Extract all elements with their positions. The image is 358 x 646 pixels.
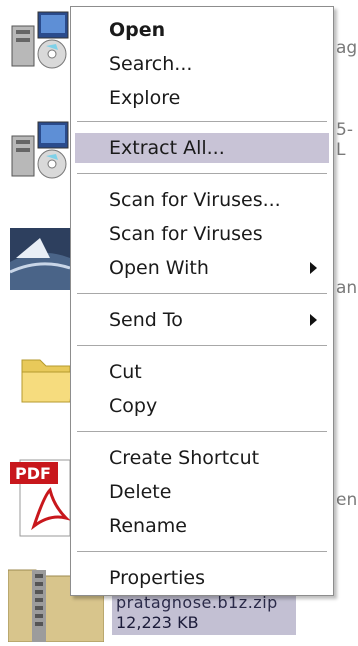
menu-item-label: Scan for Viruses [109,223,263,245]
menu-item-cut[interactable]: Cut [75,357,329,387]
menu-item-open[interactable]: Open [75,15,329,45]
installer-icon[interactable] [8,8,72,72]
menu-separator [77,431,327,433]
menu-item-label: Copy [109,395,158,417]
file-label-fragment: an [336,278,358,298]
file-label-fragment: 5-L [336,120,353,160]
menu-item-label: Explore [109,87,181,109]
menu-separator [77,173,327,175]
menu-item-label: Open [109,19,166,41]
menu-separator [77,345,327,347]
menu-item-properties[interactable]: Properties [75,563,329,593]
menu-item-rename[interactable]: Rename [75,511,329,541]
zip-folder-icon[interactable] [7,566,105,643]
menu-item-send-to[interactable]: Send To [75,305,329,335]
menu-item-scan-for-viruses-dialog[interactable]: Scan for Viruses... [75,185,329,215]
file-size: 12,223 KB [116,613,199,632]
menu-separator [77,121,327,123]
menu-item-explore[interactable]: Explore [75,83,329,113]
menu-item-search[interactable]: Search... [75,49,329,79]
menu-item-open-with[interactable]: Open With [75,253,329,283]
application-icon[interactable] [9,228,74,292]
pdf-icon[interactable]: PDF [10,456,74,537]
context-menu: Open Search... Explore Extract All... Sc… [70,6,334,596]
menu-item-copy[interactable]: Copy [75,391,329,421]
menu-item-extract-all[interactable]: Extract All... [75,133,329,163]
file-label-fragment: en [336,490,358,510]
menu-item-label: Scan for Viruses... [109,189,281,211]
installer-icon[interactable] [8,118,72,182]
submenu-arrow-icon [310,262,317,274]
menu-item-label: Search... [109,53,193,75]
menu-item-label: Send To [109,309,183,331]
menu-item-label: Open With [109,257,209,279]
menu-item-label: Delete [109,481,172,503]
file-name: pratagnose.b1z.zip [116,593,278,612]
menu-item-delete[interactable]: Delete [75,477,329,507]
menu-item-label: Extract All... [109,137,225,159]
menu-item-label: Properties [109,567,206,589]
menu-separator [77,293,327,295]
selected-file-caption[interactable]: pratagnose.b1z.zip 12,223 KB [112,593,296,635]
menu-item-label: Create Shortcut [109,447,260,469]
svg-text:PDF: PDF [15,464,51,483]
menu-item-scan-for-viruses[interactable]: Scan for Viruses [75,219,329,249]
submenu-arrow-icon [310,314,317,326]
menu-item-label: Cut [109,361,142,383]
menu-item-label: Rename [109,515,187,537]
menu-item-create-shortcut[interactable]: Create Shortcut [75,443,329,473]
file-label-fragment: ag [336,38,358,58]
menu-separator [77,551,327,553]
